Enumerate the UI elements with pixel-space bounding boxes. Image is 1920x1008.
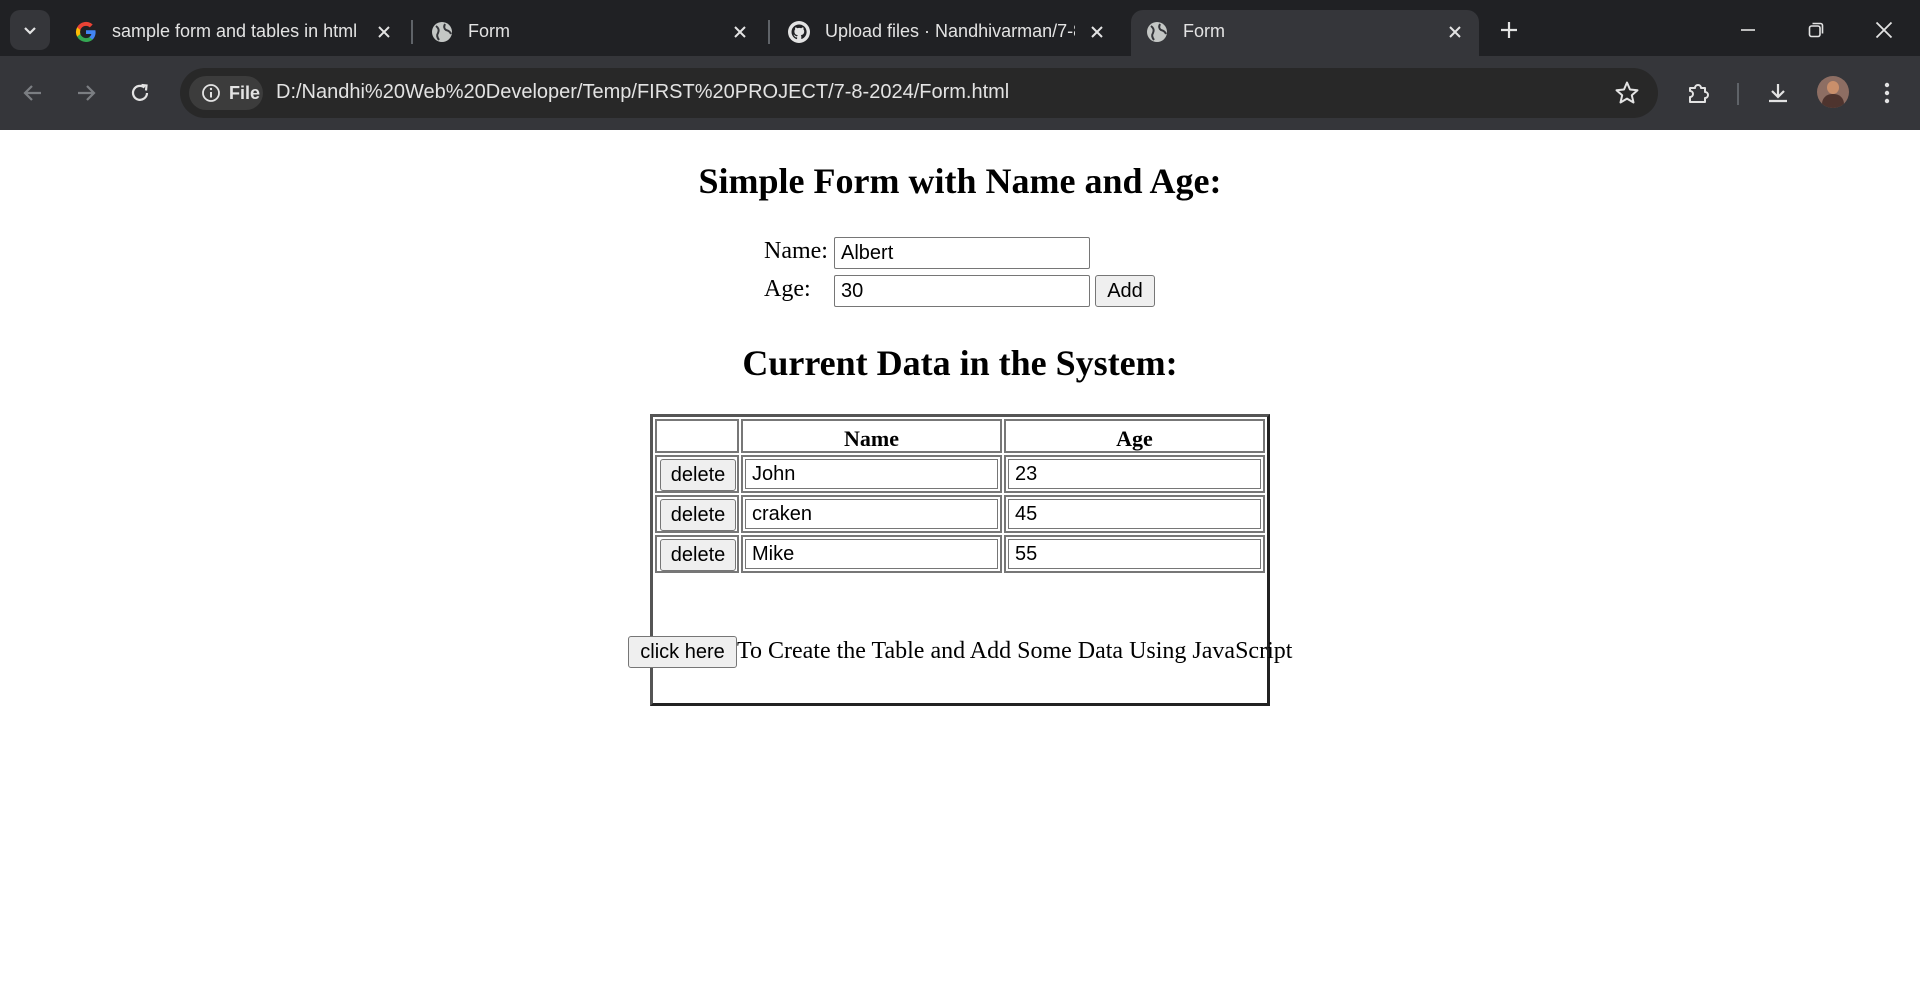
table-header-cell: Name: [741, 419, 1002, 453]
globe-icon: [430, 20, 454, 44]
profile-avatar[interactable]: [1817, 76, 1849, 108]
add-button[interactable]: Add: [1095, 275, 1155, 307]
close-icon: [1875, 21, 1893, 39]
download-icon: [1769, 84, 1787, 103]
age-label: Age:: [764, 276, 811, 302]
close-icon[interactable]: [1086, 21, 1108, 43]
tab-strip: sample form and tables in html Form Uplo…: [0, 0, 1920, 56]
close-icon[interactable]: [1444, 21, 1466, 43]
tab-title: Upload files · Nandhivarman/7-8-2024: [825, 21, 1075, 41]
table-cell: craken: [741, 495, 1002, 533]
address-bar[interactable]: File D:/Nandhi%20Web%20Developer/Temp/FI…: [180, 68, 1658, 118]
browser-toolbar: File D:/Nandhi%20Web%20Developer/Temp/FI…: [0, 56, 1920, 130]
menu-button[interactable]: [1868, 74, 1906, 112]
downloads-button[interactable]: [1759, 74, 1797, 112]
reload-button[interactable]: [121, 74, 159, 112]
url-text[interactable]: D:/Nandhi%20Web%20Developer/Temp/FIRST%2…: [276, 81, 1009, 104]
file-chip-label: File: [229, 82, 261, 103]
tab-google-search[interactable]: sample form and tables in html: [60, 10, 405, 56]
header-name: Name: [844, 426, 899, 451]
name-input[interactable]: [834, 237, 1090, 269]
restore-button[interactable]: [1796, 10, 1836, 50]
chevron-down-icon: [24, 27, 36, 35]
tab-title: Form: [468, 21, 510, 41]
table-header-cell: Age: [1004, 419, 1265, 453]
delete-button[interactable]: delete: [660, 539, 736, 571]
header-age: Age: [1116, 426, 1153, 451]
table-header-cell: [655, 419, 739, 453]
tab-github-upload[interactable]: Upload files · Nandhivarman/7-8-2024: [773, 10, 1119, 56]
close-icon[interactable]: [729, 21, 751, 43]
reload-icon: [131, 83, 149, 101]
page-title: Simple Form with Name and Age:: [698, 161, 1222, 201]
globe-icon: [1145, 20, 1169, 44]
tab-form[interactable]: Form: [416, 10, 762, 56]
tab-title: sample form and tables in html: [112, 21, 358, 41]
forward-button[interactable]: [67, 74, 105, 112]
kebab-menu-icon: [1884, 82, 1890, 104]
name-cell[interactable]: John: [745, 459, 998, 489]
tab-title: Form: [1183, 21, 1225, 41]
site-info-chip[interactable]: File: [189, 76, 263, 110]
table-row: delete: [655, 535, 739, 573]
puzzle-icon: [1689, 84, 1709, 103]
minimize-button[interactable]: [1728, 10, 1768, 50]
name-label: Name:: [764, 238, 828, 264]
table-cell: 55: [1004, 535, 1265, 573]
delete-button[interactable]: delete: [660, 499, 736, 531]
table-row: delete: [655, 455, 739, 493]
new-tab-button[interactable]: [1493, 14, 1525, 46]
bookmark-star-icon[interactable]: [1614, 80, 1640, 106]
minimize-icon: [1741, 29, 1755, 31]
table-cell: Mike: [741, 535, 1002, 573]
github-icon: [787, 20, 811, 44]
create-table-text: To Create the Table and Add Some Data Us…: [737, 638, 1293, 664]
close-window-button[interactable]: [1864, 10, 1904, 50]
close-icon[interactable]: [373, 21, 395, 43]
age-cell[interactable]: 23: [1008, 459, 1261, 489]
click-here-button[interactable]: click here: [628, 636, 737, 668]
age-cell[interactable]: 45: [1008, 499, 1261, 529]
back-button[interactable]: [14, 74, 52, 112]
table-cell: 23: [1004, 455, 1265, 493]
toolbar-divider: [1737, 83, 1739, 105]
name-cell[interactable]: craken: [745, 499, 998, 529]
tab-separator: [411, 20, 413, 44]
google-icon: [74, 20, 98, 44]
delete-button[interactable]: delete: [660, 459, 736, 491]
table-cell: John: [741, 455, 1002, 493]
info-icon: [202, 84, 220, 102]
table-cell: 45: [1004, 495, 1265, 533]
age-cell[interactable]: 55: [1008, 539, 1261, 569]
table-heading: Current Data in the System:: [742, 343, 1178, 383]
extensions-button[interactable]: [1680, 74, 1718, 112]
page-content: Simple Form with Name and Age: Name: Age…: [0, 130, 1920, 1008]
age-input[interactable]: [834, 275, 1090, 307]
restore-icon: [1808, 22, 1824, 38]
name-cell[interactable]: Mike: [745, 539, 998, 569]
table-row: delete: [655, 495, 739, 533]
back-arrow-icon: [23, 85, 41, 101]
plus-icon: [1501, 22, 1517, 38]
tab-form-active[interactable]: Form: [1131, 10, 1479, 56]
forward-arrow-icon: [78, 85, 96, 101]
tab-separator: [768, 20, 770, 44]
tab-search-button[interactable]: [10, 10, 50, 50]
